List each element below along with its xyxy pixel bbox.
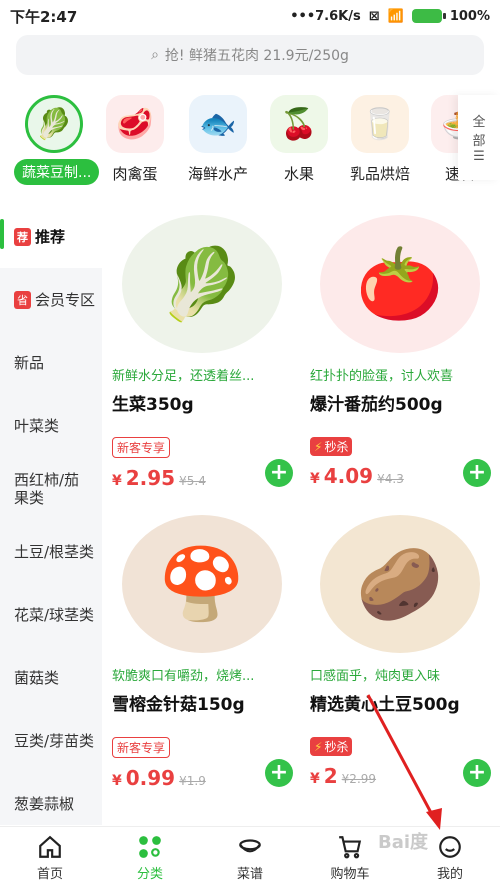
sidebar-item-leafy[interactable]: 叶菜类 [0,394,102,457]
network-speed: •••7.6K/s [290,8,361,24]
sidebar-item-mushroom[interactable]: 菌菇类 [0,646,102,709]
sidebar-item-cauliflower[interactable]: 花菜/球茎类 [0,583,102,646]
product-card[interactable]: 🥬 新鲜水分足，还透着丝... 生菜350g 新客专享 ¥ 2.95 ¥5.4 … [112,215,297,490]
wifi-icon: 📶 [387,8,404,24]
product-desc: 新鲜水分足，还透着丝... [112,369,255,384]
tomato-icon: 🍅 [320,215,480,353]
home-icon [39,835,61,858]
category-label: 蔬菜豆制... [14,159,100,185]
product-card[interactable]: 🍄 软脆爽口有嚼劲，烧烤... 雪榕金针菇150g 新客专享 ¥ 0.99 ¥1… [112,515,297,790]
original-price: ¥1.9 [179,774,206,788]
sidebar-item-recommend[interactable]: 荐 推荐 [0,205,102,268]
sidebar-item-tomato[interactable]: 西红柿/茄果类 [0,457,102,520]
currency-symbol: ¥ [310,471,320,487]
category-icon [139,836,161,858]
fish-icon: 🐟 [189,95,247,153]
sidebar-item-potato[interactable]: 土豆/根茎类 [0,520,102,583]
product-price: 2 [323,764,338,788]
add-to-cart-button[interactable]: + [463,759,491,787]
product-title: 雪榕金针菇150g [112,695,245,715]
category-label: 海鲜水产 [187,165,248,183]
all-categories-button[interactable]: 全 部 ☰ [458,95,500,180]
meat-icon: 🥩 [106,95,164,153]
status-time: 下午2:47 [10,7,78,26]
product-price: 2.95 [125,466,176,490]
status-bar: 下午2:47 •••7.6K/s ⊠ 📶 100% [0,0,500,32]
product-desc: 口感面乎，炖肉更入味 [310,669,441,684]
tab-category[interactable]: 分类 [100,827,200,889]
add-to-cart-button[interactable]: + [463,459,491,487]
tab-home[interactable]: 首页 [0,827,100,889]
mute-icon: ⊠ [368,8,380,24]
category-vegetables[interactable]: 🥬 蔬菜豆制... [14,95,100,185]
currency-symbol: ¥ [112,773,122,789]
search-bar[interactable]: ⌕ 抢! 鲜猪五花肉 21.9元/250g [16,35,484,75]
tab-recipes[interactable]: 菜谱 [200,827,300,889]
product-title: 生菜350g [112,395,194,415]
original-price: ¥2.99 [341,772,377,786]
category-dairy[interactable]: 🥛 乳品烘焙 [340,95,420,184]
sidebar-item-beans[interactable]: 豆类/芽苗类 [0,709,102,772]
lightning-icon: ⚡ [314,440,323,454]
battery-level: 100% [449,8,490,24]
mushroom-icon: 🍄 [122,515,282,653]
flash-sale-badge: ⚡ 秒杀 [310,737,353,756]
potato-icon: 🥔 [320,515,480,653]
category-sidebar: 荐 推荐 省 会员专区 新品 叶菜类 西红柿/茄果类 土豆/根茎类 花菜/球茎类… [0,205,102,825]
add-to-cart-button[interactable]: + [265,759,293,787]
product-title: 爆汁番茄约500g [310,395,443,415]
battery-icon [411,9,446,23]
search-icon: ⌕ [151,47,159,63]
new-customer-badge: 新客专享 [112,437,171,458]
category-fruit[interactable]: 🍒 水果 [259,95,339,184]
product-price: 0.99 [125,766,176,790]
flash-sale-badge: ⚡ 秒杀 [310,437,353,456]
product-card[interactable]: 🍅 红扑扑的脸蛋，讨人欢喜 爆汁番茄约500g ⚡ 秒杀 ¥ 4.09 ¥4.3 … [310,215,495,488]
original-price: ¥4.3 [377,472,404,486]
menu-icon: ☰ [473,149,485,164]
category-meat[interactable]: 🥩 肉禽蛋 [95,95,175,184]
product-title: 精选黄心土豆500g [310,695,460,715]
bowl-icon [239,839,261,853]
search-placeholder: 抢! 鲜猪五花肉 21.9元/250g [164,48,349,64]
original-price: ¥5.4 [179,474,206,488]
category-label: 乳品烘焙 [349,165,410,183]
sidebar-item-member[interactable]: 省 会员专区 [0,268,102,331]
lightning-icon: ⚡ [314,740,323,754]
category-label: 水果 [283,165,314,183]
watermark: Bai度 [378,832,429,853]
recommend-tag: 荐 [14,227,31,246]
vegetables-icon: 🥬 [25,95,83,153]
category-label: 肉禽蛋 [112,165,158,183]
profile-icon [439,836,461,858]
cherry-icon: 🍒 [270,95,328,153]
milk-icon: 🥛 [351,95,409,153]
sidebar-item-new[interactable]: 新品 [0,331,102,394]
lettuce-icon: 🥬 [122,215,282,353]
product-desc: 软脆爽口有嚼劲，烧烤... [112,669,255,684]
currency-symbol: ¥ [112,473,122,489]
category-strip: 🥬 蔬菜豆制... 🥩 肉禽蛋 🐟 海鲜水产 🍒 水果 🥛 乳品烘焙 🍜 速食 [0,95,500,195]
add-to-cart-button[interactable]: + [265,459,293,487]
save-tag: 省 [14,290,31,309]
product-card[interactable]: 🥔 口感面乎，炖肉更入味 精选黄心土豆500g ⚡ 秒杀 ¥ 2 ¥2.99 + [310,515,495,788]
product-price: 4.09 [323,464,374,488]
new-customer-badge: 新客专享 [112,737,171,758]
currency-symbol: ¥ [310,771,320,787]
category-seafood[interactable]: 🐟 海鲜水产 [178,95,258,184]
cart-icon [339,836,362,859]
product-desc: 红扑扑的脸蛋，讨人欢喜 [310,369,454,384]
